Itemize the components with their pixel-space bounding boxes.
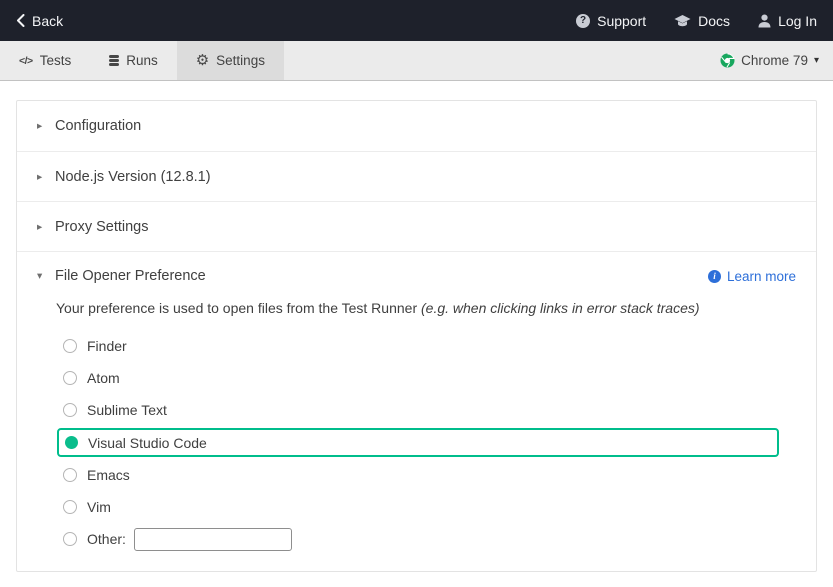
caret-right-icon: ▸ xyxy=(37,171,55,183)
radio-icon[interactable] xyxy=(63,500,77,514)
settings-panel: ▸ Configuration ▸ Node.js Version (12.8.… xyxy=(16,100,817,572)
option-atom[interactable]: Atom xyxy=(17,362,816,394)
section-nodejs-version[interactable]: ▸ Node.js Version (12.8.1) xyxy=(17,151,816,201)
option-sublime-text[interactable]: Sublime Text xyxy=(17,394,816,426)
gear-icon: ⚙ xyxy=(196,53,209,68)
support-link[interactable]: ? Support xyxy=(576,13,646,29)
radio-selected-icon[interactable] xyxy=(65,436,78,449)
caret-down-icon: ▾ xyxy=(37,270,55,282)
docs-link[interactable]: Docs xyxy=(674,13,730,29)
file-opener-description: Your preference is used to open files fr… xyxy=(17,300,816,316)
description-text: Your preference is used to open files fr… xyxy=(56,300,421,316)
tab-tests[interactable]: </> Tests xyxy=(0,41,90,80)
chrome-icon xyxy=(720,53,735,68)
section-file-opener: ▾ File Opener Preference i Learn more Yo… xyxy=(17,251,816,555)
option-finder[interactable]: Finder xyxy=(17,330,816,362)
docs-label: Docs xyxy=(698,13,730,29)
tab-runs[interactable]: Runs xyxy=(90,41,177,80)
radio-icon[interactable] xyxy=(63,532,77,546)
learn-more-label: Learn more xyxy=(727,269,796,284)
option-label: Sublime Text xyxy=(87,402,167,418)
description-note: (e.g. when clicking links in error stack… xyxy=(421,300,700,316)
browser-dropdown[interactable]: Chrome 79 ▾ xyxy=(720,41,833,80)
option-label: Atom xyxy=(87,370,120,386)
login-label: Log In xyxy=(778,13,817,29)
section-title: Proxy Settings xyxy=(55,219,149,235)
option-visual-studio-code[interactable]: Visual Studio Code xyxy=(57,428,779,457)
other-editor-input[interactable] xyxy=(134,528,292,551)
topbar-right: ? Support Docs Log In xyxy=(576,13,817,29)
support-label: Support xyxy=(597,13,646,29)
browser-label: Chrome 79 xyxy=(741,53,808,68)
section-title: File Opener Preference xyxy=(55,268,206,284)
radio-icon[interactable] xyxy=(63,371,77,385)
code-icon: </> xyxy=(19,55,33,67)
section-configuration[interactable]: ▸ Configuration xyxy=(17,101,816,151)
option-emacs[interactable]: Emacs xyxy=(17,459,816,491)
stacked-discs-icon xyxy=(109,55,119,66)
file-opener-options: Finder Atom Sublime Text Visual Studio C… xyxy=(17,330,816,555)
radio-icon[interactable] xyxy=(63,339,77,353)
radio-icon[interactable] xyxy=(63,403,77,417)
graduation-cap-icon xyxy=(674,14,691,27)
section-title: Configuration xyxy=(55,118,141,134)
radio-icon[interactable] xyxy=(63,468,77,482)
info-circle-icon: i xyxy=(708,270,721,283)
option-vim[interactable]: Vim xyxy=(17,491,816,523)
caret-down-icon: ▾ xyxy=(814,55,819,66)
option-label: Other: xyxy=(87,531,126,547)
tab-tests-label: Tests xyxy=(40,53,72,68)
caret-right-icon: ▸ xyxy=(37,120,55,132)
option-label: Finder xyxy=(87,338,127,354)
learn-more-link[interactable]: i Learn more xyxy=(708,269,796,284)
back-label: Back xyxy=(32,13,63,29)
tab-runs-label: Runs xyxy=(126,53,158,68)
back-button[interactable]: Back xyxy=(16,13,63,29)
question-circle-icon: ? xyxy=(576,14,590,28)
caret-right-icon: ▸ xyxy=(37,221,55,233)
option-other[interactable]: Other: xyxy=(17,523,816,555)
topbar: Back ? Support Docs Log In xyxy=(0,0,833,41)
chevron-left-icon xyxy=(16,14,25,27)
login-button[interactable]: Log In xyxy=(758,13,817,29)
option-label: Visual Studio Code xyxy=(88,435,207,451)
section-file-opener-header[interactable]: ▾ File Opener Preference i Learn more xyxy=(17,252,816,300)
user-icon xyxy=(758,14,771,28)
option-label: Emacs xyxy=(87,467,130,483)
section-title: Node.js Version (12.8.1) xyxy=(55,169,211,185)
tab-settings-label: Settings xyxy=(216,53,265,68)
tabbar: </> Tests Runs ⚙ Settings Chrome 79 ▾ xyxy=(0,41,833,81)
option-label: Vim xyxy=(87,499,111,515)
tab-settings[interactable]: ⚙ Settings xyxy=(177,41,284,80)
section-proxy-settings[interactable]: ▸ Proxy Settings xyxy=(17,201,816,251)
